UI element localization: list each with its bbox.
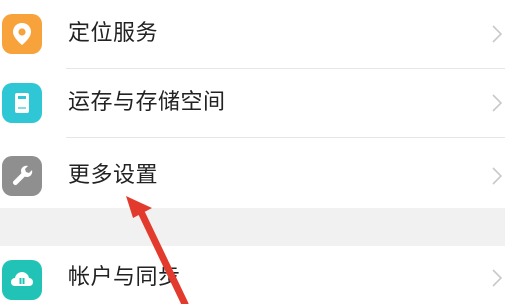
red-arrow-icon	[126, 196, 189, 304]
settings-screen: 定位服务 运存与存储空间 更多设置 帐户与同步	[0, 0, 505, 304]
